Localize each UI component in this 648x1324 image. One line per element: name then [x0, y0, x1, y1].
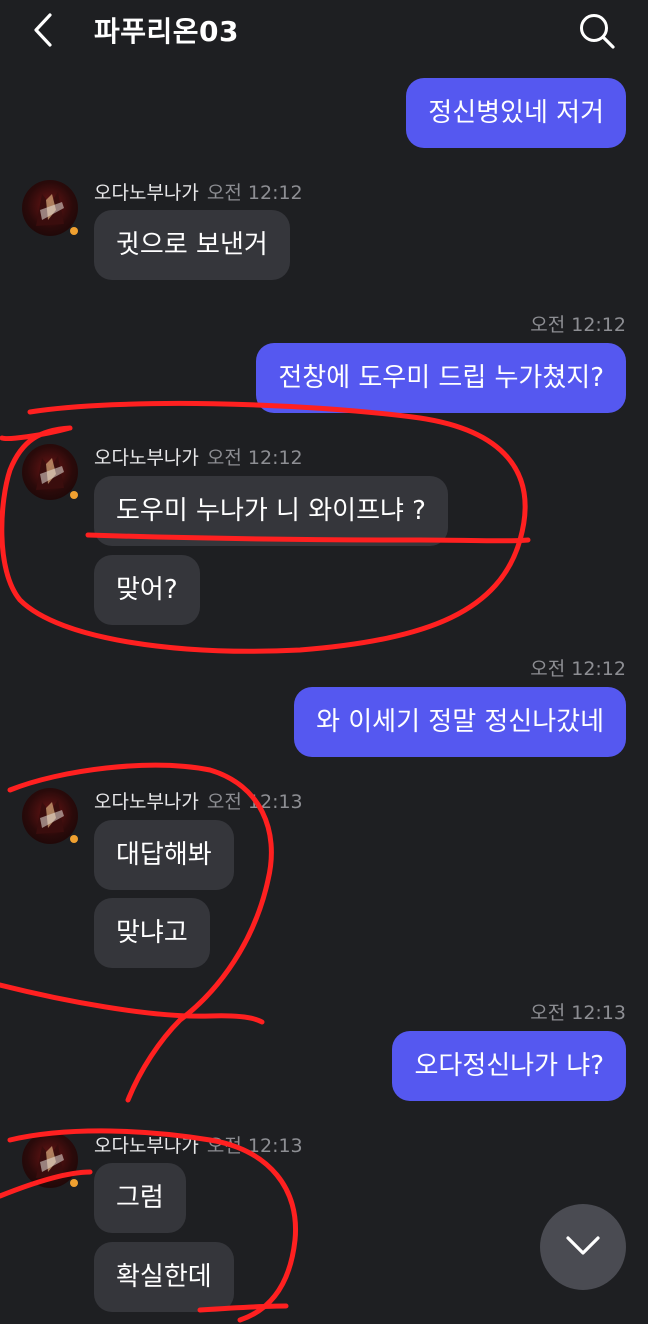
chat-title: 파푸리온03 — [94, 15, 240, 48]
my-message-bubble[interactable]: 오다정신나가 냐? — [392, 1031, 626, 1101]
underline-annotation — [0, 982, 265, 1025]
other-message-bubble[interactable]: 확실한데 — [94, 1242, 234, 1312]
message-time: 오전 12:13 — [206, 791, 303, 813]
chevron-down-icon — [566, 1236, 600, 1255]
other-message-bubble[interactable]: 맞냐고 — [94, 898, 210, 968]
back-button[interactable] — [28, 12, 62, 48]
message-header: 오다노부나가 오전 12:13 — [94, 1131, 303, 1158]
status-dot — [70, 227, 78, 235]
avatar[interactable] — [22, 788, 78, 844]
message-time: 오전 12:12 — [530, 314, 626, 336]
sender-name: 오다노부나가 — [94, 791, 199, 813]
message-header: 오다노부나가 오전 12:12 — [94, 443, 303, 470]
status-dot — [70, 1179, 78, 1187]
sender-name: 오다노부나가 — [94, 1135, 199, 1157]
sender-name: 오다노부나가 — [94, 447, 199, 469]
message-time: 오전 12:13 — [206, 1135, 303, 1157]
avatar[interactable] — [22, 1132, 78, 1188]
message-time: 오전 12:12 — [206, 182, 303, 204]
my-message-bubble[interactable]: 전창에 도우미 드립 누가쳤지? — [256, 343, 626, 413]
sender-name: 오다노부나가 — [94, 182, 199, 204]
avatar[interactable] — [22, 444, 78, 500]
scroll-to-bottom-button[interactable] — [540, 1204, 626, 1290]
other-message-bubble[interactable]: 맞어? — [94, 555, 200, 625]
message-time: 오전 12:12 — [530, 658, 626, 680]
my-message-bubble[interactable]: 와 이세기 정말 정신나갔네 — [294, 687, 626, 757]
message-header: 오다노부나가 오전 12:13 — [94, 787, 303, 814]
status-dot — [70, 491, 78, 499]
message-time: 오전 12:13 — [530, 1002, 626, 1024]
message-time: 오전 12:12 — [206, 447, 303, 469]
other-message-bubble[interactable]: 귓으로 보낸거 — [94, 210, 290, 280]
other-message-bubble[interactable]: 그럼 — [94, 1163, 186, 1233]
chevron-left-icon — [34, 13, 52, 47]
search-button[interactable] — [576, 10, 618, 52]
avatar[interactable] — [22, 180, 78, 236]
other-message-bubble[interactable]: 도우미 누나가 니 와이프냐 ? — [94, 476, 448, 546]
search-icon — [580, 14, 615, 49]
chat-header: 파푸리온03 — [0, 0, 648, 60]
message-header: 오다노부나가 오전 12:12 — [94, 178, 303, 205]
other-message-bubble[interactable]: 대답해봐 — [94, 820, 234, 890]
my-message-bubble[interactable]: 정신병있네 저거 — [406, 78, 626, 148]
status-dot — [70, 835, 78, 843]
